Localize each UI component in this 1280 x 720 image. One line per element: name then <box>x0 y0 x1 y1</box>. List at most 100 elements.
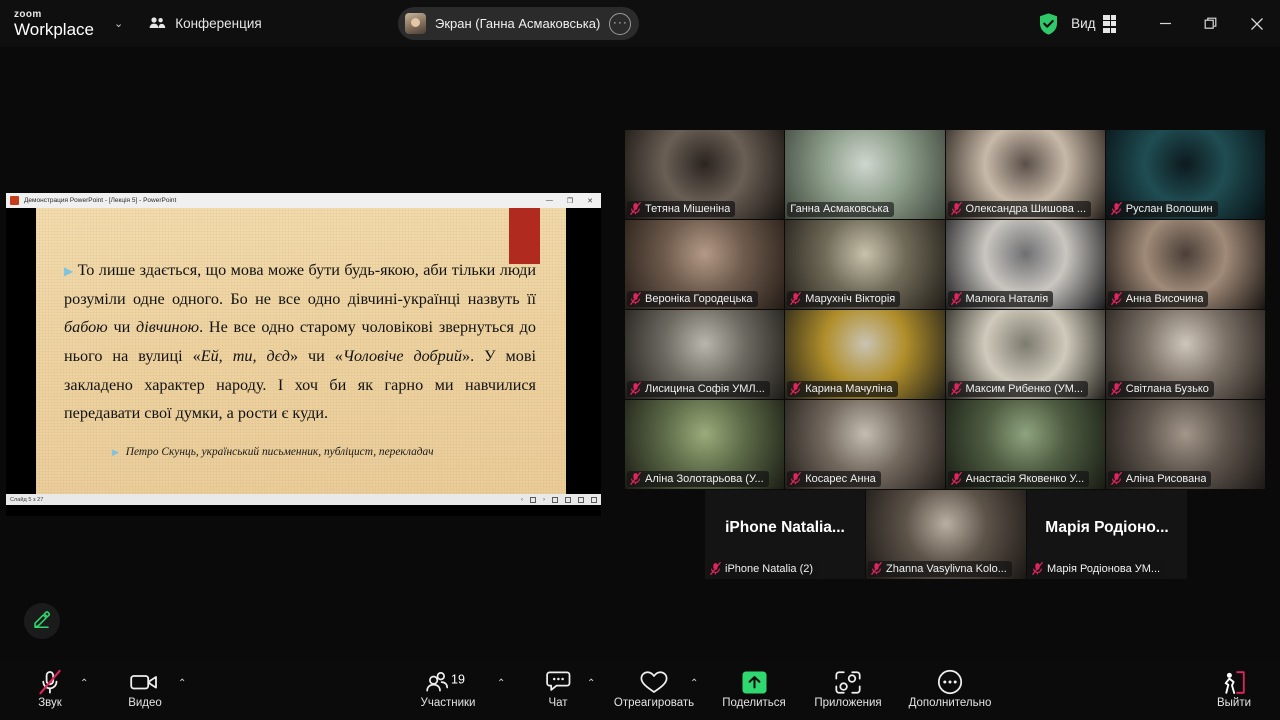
share-arrow-up-icon <box>741 668 768 696</box>
audio-options-chevron[interactable]: ⌃ <box>80 678 88 689</box>
participant-name-badge: Косарес Анна <box>787 471 881 487</box>
participant-name-badge: Ганна Асмаковська <box>787 202 894 217</box>
apps-button[interactable]: Приложения <box>810 668 886 709</box>
participant-name-label: Карина Мачуліна <box>805 382 893 395</box>
microphone-muted-icon <box>630 472 641 485</box>
notes-icon[interactable] <box>530 496 536 503</box>
participant-tile[interactable]: Малюга Наталія <box>945 220 1105 309</box>
leave-button[interactable]: Выйти <box>1196 668 1272 709</box>
sorter-view-icon[interactable] <box>565 496 571 503</box>
share-more-icon[interactable]: ··· <box>609 12 632 35</box>
ppt-minimize-icon[interactable]: — <box>546 197 553 205</box>
next-slide-icon[interactable]: › <box>543 497 545 503</box>
participant-name-label: Лисицина Софія УМЛ... <box>645 382 765 395</box>
participant-row: Лисицина Софія УМЛ... Карина Мачуліна Макс… <box>625 310 1265 399</box>
slideshow-view-icon[interactable] <box>591 496 597 503</box>
participant-tile[interactable]: Ганна Асмаковська <box>785 130 945 219</box>
microphone-muted-icon <box>1110 202 1122 215</box>
slide-attribution: ▶ Петро Скунць, український письменник, … <box>112 446 542 458</box>
participant-tile[interactable]: Косарес Анна <box>785 400 945 489</box>
participant-tile[interactable]: Тетяна Мішеніна <box>625 130 785 219</box>
maximize-button[interactable] <box>1188 0 1234 47</box>
people-icon <box>149 16 166 32</box>
view-button[interactable]: Вид <box>1071 14 1116 33</box>
powerpoint-slide-area: ▶ То лише здається, що мова може бути буд… <box>6 208 601 505</box>
slide-body-text: ▶ То лише здається, що мова може бути буд… <box>64 256 536 428</box>
participant-tile[interactable]: Карина Мачуліна <box>785 310 945 399</box>
normal-view-icon[interactable] <box>552 496 558 503</box>
participant-name-badge: Карина Мачуліна <box>787 381 898 397</box>
title-bar: zoom Workplace ⌄ Конференция Экран (Ганн… <box>0 0 1280 47</box>
participants-options-chevron[interactable]: ⌃ <box>497 678 505 689</box>
participant-tile[interactable]: Вероніка Городецька <box>625 220 785 309</box>
chat-button[interactable]: Чат <box>520 668 596 709</box>
reactions-button[interactable]: Отреагировать <box>614 668 694 709</box>
participant-tile[interactable]: Світлана Бузько <box>1105 310 1265 399</box>
chat-options-chevron[interactable]: ⌃ <box>587 678 595 689</box>
participant-tile[interactable]: Анна Височина <box>1105 220 1265 309</box>
apps-icon <box>834 668 862 696</box>
microphone-muted-icon <box>1110 292 1122 305</box>
participant-tile[interactable]: Аліна Рисована <box>1105 400 1265 489</box>
participant-tile[interactable]: Олександра Шишова ... <box>945 130 1105 219</box>
participant-name-label: Аліна Рисована <box>1125 472 1207 485</box>
participant-name-label: Zhanna Vasylivna Kolo... <box>886 562 1007 575</box>
microphone-muted-icon <box>790 382 802 395</box>
slide-bullet-icon: ▶ <box>64 264 74 278</box>
zoom-logo-top: zoom <box>14 8 42 20</box>
powerpoint-window-title: Демонстрация PowerPoint - [Лекція 5] - P… <box>24 197 177 204</box>
zoom-logo: zoom Workplace <box>14 8 94 38</box>
ppt-restore-icon[interactable]: ❐ <box>567 197 573 205</box>
participant-tile[interactable]: Максим Рибенко (УМ... <box>945 310 1105 399</box>
more-button[interactable]: Дополнительно <box>900 668 1000 709</box>
shared-screen-chip[interactable]: Экран (Ганна Асмаковська) ··· <box>398 7 640 40</box>
participant-name-label: Косарес Анна <box>805 472 876 485</box>
attribution-text: Петро Скунць, український письменник, пу… <box>125 446 434 458</box>
share-button[interactable]: Поделиться <box>716 668 792 709</box>
view-grid-icon <box>1102 14 1116 33</box>
meeting-indicator[interactable]: Конференция <box>149 16 262 32</box>
svg-text:19: 19 <box>451 673 465 687</box>
workspace-dropdown-caret[interactable]: ⌄ <box>114 17 123 30</box>
video-label: Видео <box>128 697 162 709</box>
ppt-close-icon[interactable]: ✕ <box>587 197 593 205</box>
participant-tile[interactable]: Марухніч Вікторія <box>785 220 945 309</box>
participant-name-badge: Аліна Золотарьова (У... <box>627 471 769 487</box>
microphone-muted-icon <box>630 382 641 395</box>
participants-button[interactable]: 19 Участники <box>410 668 486 709</box>
participant-tile[interactable]: iPhone Natalia... iPhone Natalia (2) <box>705 490 865 579</box>
participant-tile[interactable]: Анастасія Яковенко У... <box>945 400 1105 489</box>
participant-name-label: Максим Рибенко (УМ... <box>965 382 1084 395</box>
participant-name-badge: Марія Родіонова УМ... <box>1029 561 1166 577</box>
video-options-chevron[interactable]: ⌃ <box>178 678 186 689</box>
window-controls-group: Вид <box>1038 0 1280 47</box>
encryption-shield-icon[interactable] <box>1038 12 1059 36</box>
powerpoint-status-tools: ‹ › <box>521 496 597 503</box>
video-button[interactable]: Видео <box>107 668 183 709</box>
participant-tile[interactable]: Марія Родіоно... Марія Родіонова УМ... <box>1027 490 1187 579</box>
reactions-options-chevron[interactable]: ⌃ <box>690 678 698 689</box>
reading-view-icon[interactable] <box>578 496 584 503</box>
participant-tile[interactable]: Zhanna Vasylivna Kolo... <box>866 490 1026 579</box>
audio-button[interactable]: Звук <box>12 668 88 709</box>
participant-name-badge: Zhanna Vasylivna Kolo... <box>868 561 1012 577</box>
participant-row: Вероніка Городецька Марухніч Вікторія Малю… <box>625 220 1265 309</box>
slide-paragraph: То лише здається, що мова може бути будь… <box>64 261 536 423</box>
powerpoint-icon <box>10 196 19 205</box>
share-label: Экран (Ганна Асмаковська) <box>435 16 601 31</box>
participant-tile[interactable]: Аліна Золотарьова (У... <box>625 400 785 489</box>
participant-name-badge: Малюга Наталія <box>947 291 1054 307</box>
annotate-button[interactable] <box>24 603 60 639</box>
participant-name-label: Ганна Асмаковська <box>790 203 889 215</box>
prev-slide-icon[interactable]: ‹ <box>521 497 523 503</box>
participant-name-badge: Анна Височина <box>1107 291 1209 307</box>
participant-tile[interactable]: Руслан Волошин <box>1105 130 1265 219</box>
meeting-label: Конференция <box>175 16 262 31</box>
participant-name-badge: Вероніка Городецька <box>627 291 758 307</box>
participant-tile[interactable]: Лисицина Софія УМЛ... <box>625 310 785 399</box>
close-button[interactable] <box>1234 0 1280 47</box>
participant-name-label: Анна Височина <box>1125 292 1204 305</box>
participant-name-badge: Максим Рибенко (УМ... <box>947 381 1089 397</box>
pencil-icon <box>32 609 52 634</box>
minimize-button[interactable] <box>1142 0 1188 47</box>
